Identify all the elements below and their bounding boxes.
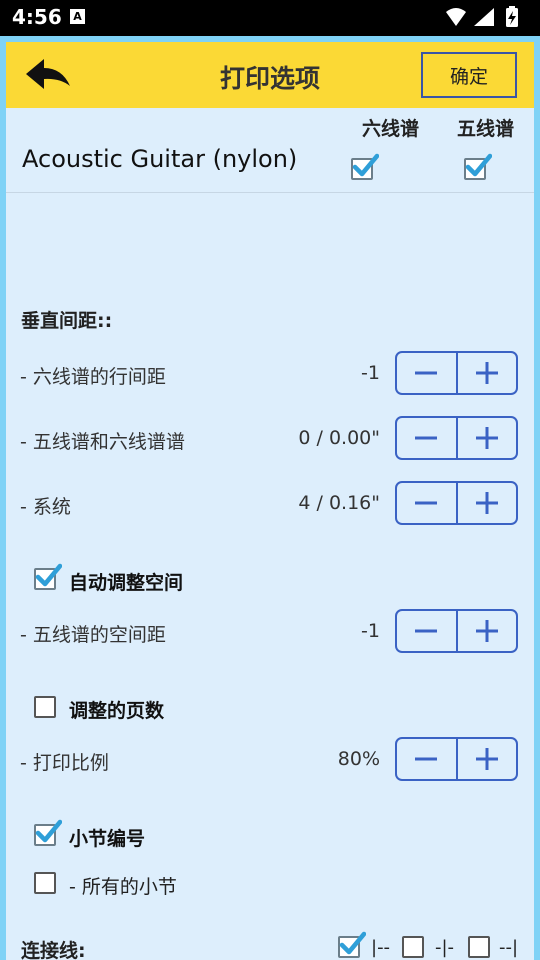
all-bars-checkbox[interactable] bbox=[34, 872, 56, 894]
status-time: 4:56 bbox=[12, 5, 62, 29]
plus-icon bbox=[475, 362, 498, 384]
staff-tab-spacing-value: 0 / 0.00" bbox=[298, 427, 380, 449]
staff-space-stepper bbox=[395, 609, 518, 653]
increment-button[interactable] bbox=[458, 739, 517, 779]
bar-numbers-checkbox[interactable] bbox=[34, 819, 62, 846]
staff-tab-spacing-label: - 五线谱和六线谱谱 bbox=[20, 431, 185, 453]
instrument-tab-checkbox[interactable] bbox=[351, 153, 379, 180]
print-scale-stepper bbox=[395, 737, 518, 781]
tab-line-spacing-value: -1 bbox=[361, 362, 380, 384]
instrument-name: Acoustic Guitar (nylon) bbox=[22, 145, 298, 173]
plus-icon bbox=[475, 427, 498, 449]
tie-option-3-checkbox[interactable] bbox=[468, 936, 490, 958]
checkmark-icon bbox=[465, 153, 492, 177]
all-bars-label: - 所有的小节 bbox=[69, 876, 177, 898]
staff-space-value: -1 bbox=[361, 620, 380, 642]
tab-column-label: 六线谱 bbox=[362, 118, 420, 140]
header-bar: 打印选项 确定 bbox=[6, 42, 534, 108]
minus-icon bbox=[415, 436, 438, 440]
bar-numbers-label: 小节编号 bbox=[69, 828, 146, 850]
confirm-button[interactable]: 确定 bbox=[421, 52, 517, 98]
tie-option-1-checkbox[interactable] bbox=[338, 931, 366, 958]
tie-option-3-label: --| bbox=[499, 937, 519, 958]
battery-icon bbox=[506, 6, 518, 27]
adjust-pages-label: 调整的页数 bbox=[69, 700, 165, 722]
decrement-button[interactable] bbox=[397, 483, 458, 523]
increment-button[interactable] bbox=[458, 483, 517, 523]
staff-space-label: - 五线谱的空间距 bbox=[20, 624, 166, 646]
checkmark-icon bbox=[35, 819, 62, 843]
wifi-icon bbox=[446, 8, 466, 26]
minus-icon bbox=[415, 501, 438, 505]
system-icons bbox=[444, 6, 528, 34]
tie-option-2-checkbox[interactable] bbox=[402, 936, 424, 958]
decrement-button[interactable] bbox=[397, 739, 458, 779]
increment-button[interactable] bbox=[458, 353, 517, 393]
adjust-pages-checkbox[interactable] bbox=[34, 696, 56, 718]
print-scale-value: 80% bbox=[337, 748, 380, 770]
tie-option-2-label: -|- bbox=[435, 937, 455, 958]
instrument-staff-checkbox[interactable] bbox=[464, 153, 492, 180]
increment-button[interactable] bbox=[458, 611, 517, 651]
plus-icon bbox=[475, 620, 498, 642]
print-scale-label: - 打印比例 bbox=[20, 752, 109, 774]
checkmark-icon bbox=[339, 931, 366, 955]
minus-icon bbox=[415, 757, 438, 761]
plus-icon bbox=[475, 748, 498, 770]
decrement-button[interactable] bbox=[397, 353, 458, 393]
tie-option-1-label: |-- bbox=[371, 937, 391, 958]
print-options-panel: 打印选项 确定 六线谱 五线谱 Acoustic Guitar (nylon) … bbox=[6, 42, 534, 960]
system-spacing-stepper bbox=[395, 481, 518, 525]
app-notification-icon: A bbox=[70, 9, 85, 24]
dialog-frame: 打印选项 确定 六线谱 五线谱 Acoustic Guitar (nylon) … bbox=[0, 36, 540, 960]
staff-tab-spacing-stepper bbox=[395, 416, 518, 460]
decrement-button[interactable] bbox=[397, 418, 458, 458]
system-spacing-label: - 系统 bbox=[20, 496, 71, 518]
vertical-spacing-heading: 垂直间距:: bbox=[21, 310, 113, 332]
plus-icon bbox=[475, 492, 498, 514]
checkmark-icon bbox=[35, 563, 62, 587]
tab-line-spacing-label: - 六线谱的行间距 bbox=[20, 366, 166, 388]
minus-icon bbox=[415, 371, 438, 375]
staff-column-label: 五线谱 bbox=[457, 118, 515, 140]
increment-button[interactable] bbox=[458, 418, 517, 458]
decrement-button[interactable] bbox=[397, 611, 458, 651]
divider bbox=[6, 192, 534, 193]
checkmark-icon bbox=[352, 153, 379, 177]
signal-icon bbox=[474, 8, 494, 26]
auto-adjust-checkbox[interactable] bbox=[34, 563, 62, 590]
system-spacing-value: 4 / 0.16" bbox=[298, 492, 380, 514]
minus-icon bbox=[415, 629, 438, 633]
tab-line-spacing-stepper bbox=[395, 351, 518, 395]
auto-adjust-label: 自动调整空间 bbox=[69, 572, 184, 594]
status-bar: 4:56 A bbox=[0, 0, 540, 36]
ties-heading: 连接线: bbox=[21, 940, 86, 960]
